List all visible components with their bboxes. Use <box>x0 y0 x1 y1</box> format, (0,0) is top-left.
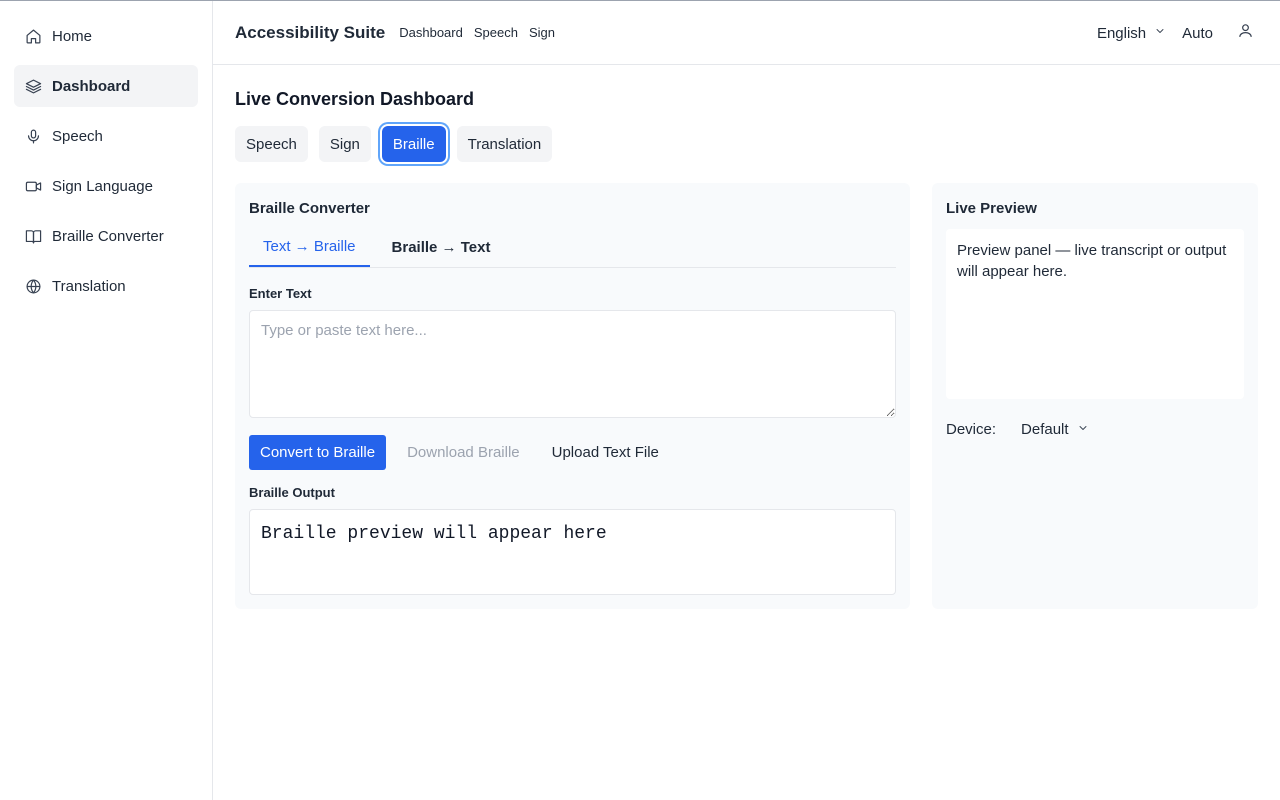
sidebar-item-braille-converter[interactable]: Braille Converter <box>14 215 198 257</box>
sidebar-item-label: Braille Converter <box>52 227 164 245</box>
device-value: Default <box>1021 421 1069 438</box>
device-row: Device: Default <box>946 421 1089 438</box>
subtab-braille-to-text[interactable]: Braille → Text <box>378 227 505 267</box>
sidebar-item-label: Translation <box>52 277 126 295</box>
mode-tabs: Speech Sign Braille Translation <box>235 126 563 162</box>
download-braille-button[interactable]: Download Braille <box>396 435 531 470</box>
top-link-dashboard[interactable]: Dashboard <box>399 25 463 40</box>
language-value: English <box>1096 24 1147 42</box>
home-icon <box>24 27 42 45</box>
converter-title: Braille Converter <box>249 200 370 217</box>
sidebar-item-speech[interactable]: Speech <box>14 115 198 157</box>
preview-box: Preview panel — live transcript or outpu… <box>946 229 1244 399</box>
preview-title: Live Preview <box>946 200 1037 217</box>
sidebar-item-label: Speech <box>52 127 103 145</box>
chevron-down-icon <box>1077 421 1089 438</box>
tab-translation[interactable]: Translation <box>456 126 553 162</box>
auto-mode-toggle[interactable]: Auto <box>1182 25 1213 42</box>
braille-output-label: Braille Output <box>249 485 335 500</box>
app-brand: Accessibility Suite <box>235 22 386 42</box>
globe-icon <box>24 277 42 295</box>
page-title: Live Conversion Dashboard <box>235 89 475 109</box>
sidebar-item-home[interactable]: Home <box>14 15 198 57</box>
tab-speech[interactable]: Speech <box>235 126 308 162</box>
device-label: Device: <box>946 421 997 438</box>
language-select[interactable]: English <box>1097 24 1166 42</box>
braille-converter-panel: Braille Converter Text → Braille Braille… <box>235 183 910 609</box>
top-link-speech[interactable]: Speech <box>474 25 518 40</box>
header-controls: English Auto <box>1097 1 1254 65</box>
tab-sign[interactable]: Sign <box>318 126 371 162</box>
converter-subtabs: Text → Braille Braille → Text <box>249 227 896 268</box>
text-input[interactable] <box>249 310 896 418</box>
app-window: Home Dashboard Speech Sign Language Brai… <box>0 0 1280 800</box>
subtab-text-to-braille[interactable]: Text → Braille <box>249 227 370 267</box>
sidebar-item-translation[interactable]: Translation <box>14 265 198 307</box>
top-header: Accessibility Suite Dashboard Speech Sig… <box>213 1 1280 65</box>
video-icon <box>24 177 42 195</box>
book-icon <box>24 227 42 245</box>
tab-braille[interactable]: Braille <box>381 126 446 162</box>
braille-output: Braille preview will appear here <box>249 509 896 595</box>
microphone-icon <box>24 127 42 145</box>
converter-actions: Convert to Braille Download Braille Uplo… <box>249 435 680 470</box>
sidebar-item-label: Sign Language <box>52 177 153 195</box>
sidebar: Home Dashboard Speech Sign Language Brai… <box>0 1 213 800</box>
sidebar-item-label: Home <box>52 27 93 45</box>
sidebar-item-sign-language[interactable]: Sign Language <box>14 165 198 207</box>
live-preview-panel: Live Preview Preview panel — live transc… <box>932 183 1258 609</box>
top-link-sign[interactable]: Sign <box>529 25 555 40</box>
user-icon[interactable] <box>1237 22 1254 44</box>
convert-to-braille-button[interactable]: Convert to Braille <box>249 435 387 470</box>
chevron-down-icon <box>1154 24 1166 42</box>
upload-text-file-button[interactable]: Upload Text File <box>541 435 670 470</box>
device-select[interactable]: Default <box>1021 421 1089 438</box>
enter-text-label: Enter Text <box>249 286 312 301</box>
layers-icon <box>24 77 42 95</box>
sidebar-item-label: Dashboard <box>52 77 131 95</box>
sidebar-item-dashboard[interactable]: Dashboard <box>14 65 198 107</box>
